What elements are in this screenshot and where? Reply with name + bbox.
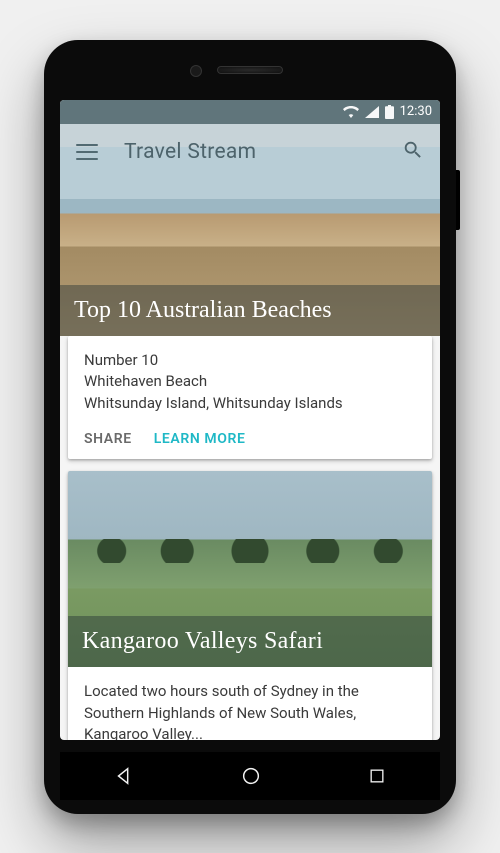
signal-icon	[365, 106, 379, 118]
app-title: Travel Stream	[124, 140, 256, 164]
menu-icon[interactable]	[76, 144, 98, 160]
wifi-icon	[343, 106, 359, 118]
recents-icon[interactable]	[367, 766, 387, 786]
android-nav-bar	[60, 752, 440, 800]
clock-text: 12:30	[400, 104, 432, 119]
card-actions: SHARE LEARN MORE	[68, 423, 432, 459]
card-line: Number 10	[84, 350, 416, 372]
share-button[interactable]: SHARE	[84, 431, 132, 447]
status-bar: 12:30	[60, 100, 440, 124]
search-icon	[402, 139, 424, 161]
device-frame: 12:30 Travel Stream Top 10 Australian Be…	[44, 40, 456, 814]
card-title: Kangaroo Valleys Safari	[68, 616, 432, 667]
card: Kangaroo Valleys Safari Located two hour…	[68, 471, 432, 740]
device-earpiece	[217, 66, 283, 74]
device-screen: 12:30 Travel Stream Top 10 Australian Be…	[60, 100, 440, 740]
back-icon[interactable]	[113, 765, 135, 787]
card-title: Top 10 Australian Beaches	[60, 285, 440, 336]
card-body: Located two hours south of Sydney in the…	[68, 667, 432, 740]
card-body: Number 10 Whitehaven Beach Whitsunday Is…	[68, 336, 432, 423]
card-media[interactable]: Kangaroo Valleys Safari	[68, 471, 432, 667]
home-icon[interactable]	[240, 765, 262, 787]
card-line: Whitsunday Island, Whitsunday Islands	[84, 393, 416, 415]
scroll-content[interactable]: Top 10 Australian Beaches Number 10 Whit…	[60, 100, 440, 740]
battery-icon	[385, 105, 394, 119]
search-button[interactable]	[402, 139, 424, 165]
card-description: Located two hours south of Sydney in the…	[84, 681, 416, 740]
learn-more-button[interactable]: LEARN MORE	[154, 431, 246, 447]
card-line: Whitehaven Beach	[84, 371, 416, 393]
app-bar: Travel Stream	[60, 124, 440, 180]
